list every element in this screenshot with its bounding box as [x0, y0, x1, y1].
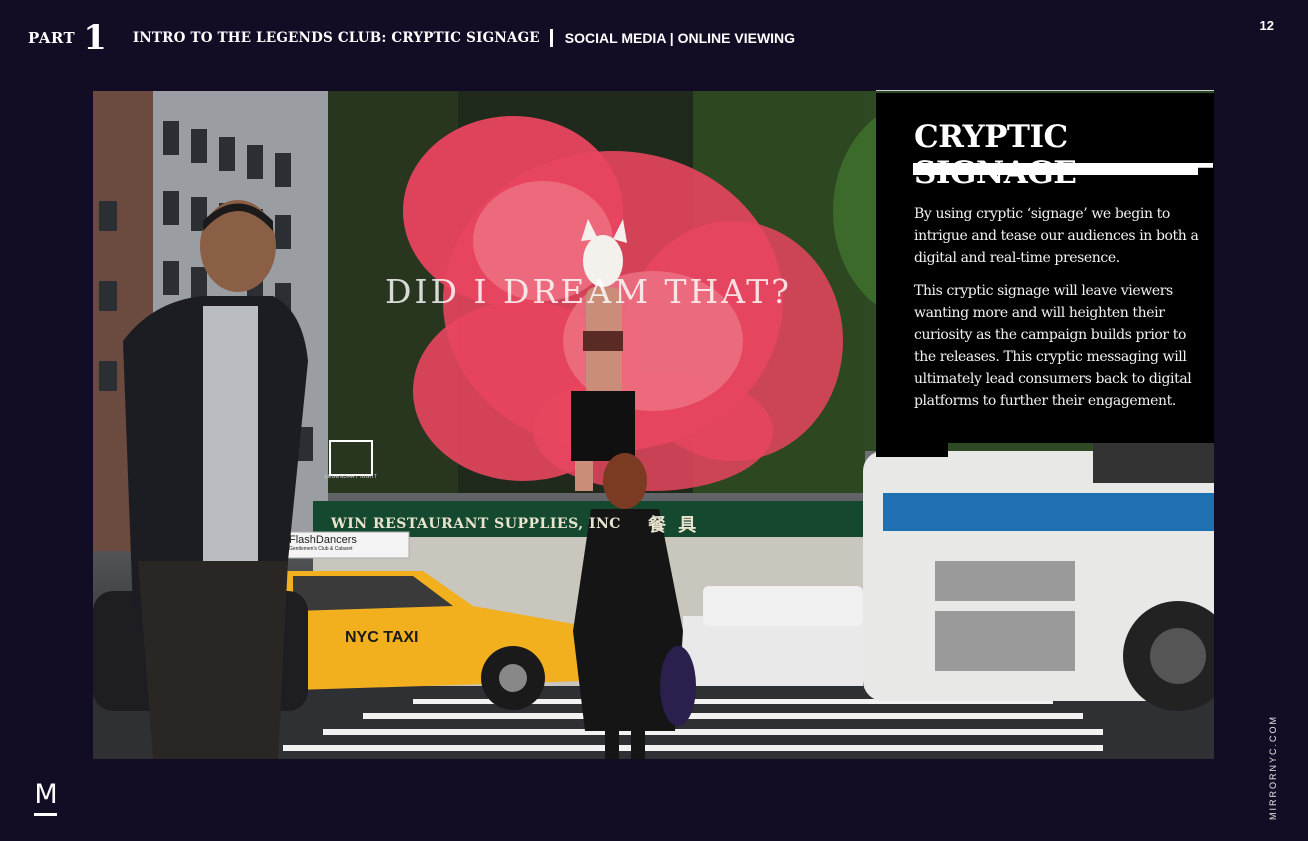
billboard-headline: DID I DREAM THAT? [385, 272, 792, 311]
panel-title: CRYPTIC SIGNAGE [914, 119, 1077, 191]
info-panel: CRYPTIC SIGNAGE By using cryptic ‘signag… [876, 93, 1214, 443]
panel-paragraph: By using cryptic ‘signage’ we begin to i… [914, 206, 1199, 266]
page-number: 12 [1259, 18, 1274, 33]
brand-logo: M [33, 780, 58, 820]
taxi-label: NYC TAXI [345, 629, 419, 646]
part-number: 1 [83, 18, 107, 58]
section-label: SOCIAL MEDIA | ONLINE VIEWING [564, 30, 796, 46]
woman-from-behind [573, 453, 696, 759]
header-divider [549, 29, 553, 47]
panel-body: By using cryptic ‘signage’ we begin to i… [914, 203, 1206, 423]
part-label: PART [28, 29, 76, 47]
city-bus [863, 443, 1214, 711]
taxi-roof-ad: FlashDancers Gentlemen's Club & Cabaret [285, 532, 409, 558]
site-url: MIRRORNYC.COM [1268, 715, 1278, 820]
title-underline [913, 163, 1213, 175]
storefront-sign-text: WIN RESTAURANT SUPPLIES, INC [331, 516, 621, 532]
taxi-roof-ad-subtitle: Gentlemen's Club & Cabaret [289, 546, 353, 552]
white-van [703, 586, 863, 626]
panel-tab [876, 441, 948, 457]
taxi-roof-ad-title: FlashDancers [289, 534, 357, 546]
intro-title: INTRO TO THE LEGENDS CLUB: CRYPTIC SIGNA… [132, 30, 540, 46]
road-barriers [683, 616, 863, 686]
billboard-brand: LEGENDARY NIGHT [324, 474, 378, 480]
page-header: PART 1 INTRO TO THE LEGENDS CLUB: CRYPTI… [28, 18, 795, 58]
logo-underline [34, 813, 57, 816]
storefront-sign-chinese: 餐 具 [648, 515, 700, 536]
panel-paragraph: This cryptic signage will leave viewers … [914, 283, 1192, 409]
panel-top-rule [876, 90, 1214, 91]
logo-letter: M [34, 779, 58, 810]
